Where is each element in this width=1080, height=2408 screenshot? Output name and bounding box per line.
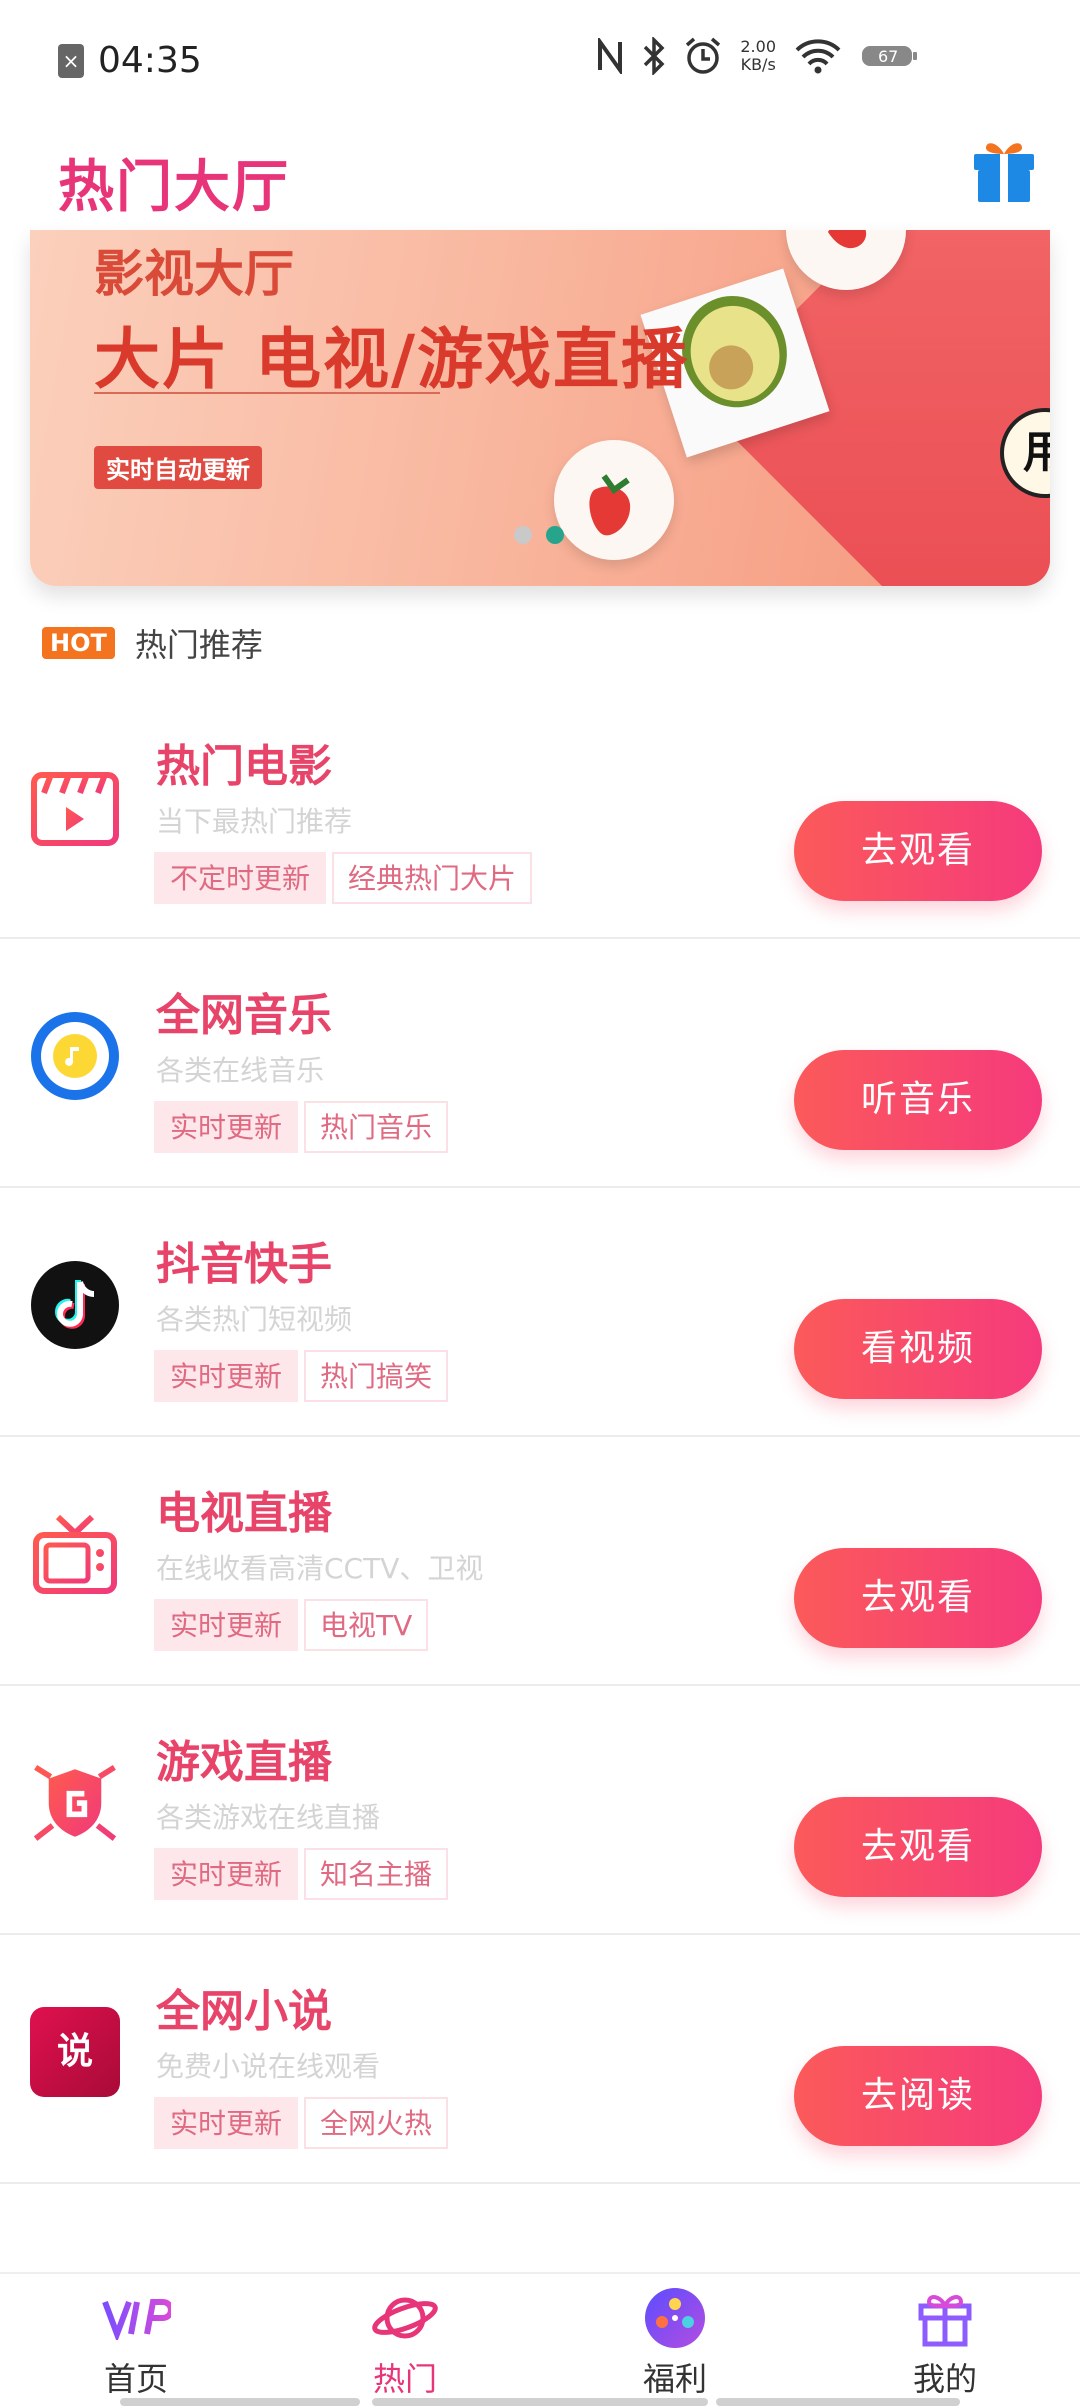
network-speed-value: 2.00 (740, 37, 776, 56)
banner-subtitle: 影视大厅 (94, 245, 294, 303)
item-tag: 实时更新 (154, 2097, 299, 2149)
nav-label-hot: 热门 (372, 2360, 437, 2398)
list-item[interactable]: 抖音快手 各类热门短视频 实时更新 热门搞笑 看视频 (0, 1188, 1080, 1437)
gift-icon (910, 2286, 980, 2350)
watch-button[interactable]: 去观看 (794, 1548, 1042, 1648)
movie-clapper-icon (30, 762, 120, 852)
network-speed-unit: KB/s (740, 55, 776, 74)
list-item[interactable]: 游戏直播 各类游戏在线直播 实时更新 知名主播 去观看 (0, 1686, 1080, 1935)
music-disc-icon (30, 1011, 120, 1101)
item-tags: 实时更新 全网火热 (154, 2097, 449, 2149)
network-speed: 2.00 KB/s (740, 38, 776, 74)
alarm-icon (684, 36, 722, 76)
item-desc: 在线收看高清CCTV、卫视 (156, 1552, 484, 1585)
gift-icon (974, 143, 1034, 202)
novel-icon-text: 说 (56, 2031, 93, 2072)
item-desc: 当下最热门推荐 (156, 805, 353, 838)
app-header: 热门大厅 (0, 120, 1080, 230)
nfc-icon (596, 36, 624, 76)
item-desc: 各类热门短视频 (156, 1303, 353, 1336)
strawberry-plate-top (786, 230, 906, 290)
list-item[interactable]: 热门电影 当下最热门推荐 不定时更新 经典热门大片 去观看 (0, 690, 1080, 939)
nav-label-welfare: 福利 (642, 2360, 707, 2398)
strawberry-plate-bottom (554, 440, 674, 560)
listen-music-button[interactable]: 听音乐 (794, 1050, 1042, 1150)
item-tag: 经典热门大片 (332, 852, 533, 904)
banner-dot-1[interactable] (514, 526, 532, 544)
item-tag: 全网火热 (304, 2097, 449, 2149)
tiktok-icon (30, 1260, 120, 1350)
banner-headline: 大片 电视/游戏直播 (94, 321, 690, 398)
vip-icon (101, 2286, 171, 2350)
status-bar: × 04:35 2.00 KB/s 67 (0, 0, 1080, 120)
wifi-icon (794, 36, 842, 76)
battery-icon: 67 (860, 36, 920, 76)
item-tags: 实时更新 热门搞笑 (154, 1350, 449, 1402)
item-tags: 不定时更新 经典热门大片 (154, 852, 533, 904)
hot-badge: HOT (42, 627, 115, 659)
status-time: 04:35 (98, 40, 202, 81)
item-tags: 实时更新 电视TV (154, 1599, 429, 1651)
nav-home[interactable]: 首页 (66, 2286, 206, 2406)
section-title: 热门推荐 (134, 626, 263, 664)
nav-welfare[interactable]: 福利 (605, 2286, 745, 2406)
list-item[interactable]: 电视直播 在线收看高清CCTV、卫视 实时更新 电视TV 去观看 (0, 1437, 1080, 1686)
nav-hot[interactable]: 热门 (335, 2286, 475, 2406)
item-title: 抖音快手 (156, 1239, 332, 1290)
nav-mine[interactable]: 我的 (875, 2286, 1015, 2406)
tv-icon (30, 1509, 120, 1599)
list-item[interactable]: 全网音乐 各类在线音乐 实时更新 热门音乐 听音乐 (0, 939, 1080, 1188)
banner-divider (94, 392, 440, 394)
stamp-text: 用 (1023, 427, 1050, 478)
item-tag: 实时更新 (154, 1101, 299, 1153)
battery-level: 67 (878, 46, 899, 66)
item-tag: 电视TV (304, 1599, 429, 1651)
gesture-bar-1 (120, 2398, 360, 2406)
game-shield-icon (30, 1758, 120, 1848)
item-tag: 热门搞笑 (304, 1350, 449, 1402)
item-title: 全网音乐 (156, 990, 332, 1041)
item-title: 全网小说 (156, 1986, 332, 2037)
section-header: HOT 热门推荐 (42, 620, 263, 666)
list-item[interactable]: 说 全网小说 免费小说在线观看 实时更新 全网火热 去阅读 (0, 1935, 1080, 2184)
item-tag: 不定时更新 (154, 852, 327, 904)
item-desc: 免费小说在线观看 (156, 2050, 381, 2083)
item-tag: 热门音乐 (304, 1101, 449, 1153)
promo-banner[interactable]: 用 影视大厅 大片 电视/游戏直播 实时自动更新 (30, 230, 1050, 586)
gesture-bar-3 (716, 2398, 960, 2406)
gift-button[interactable] (968, 134, 1040, 206)
item-tag: 实时更新 (154, 1599, 299, 1651)
nav-label-mine: 我的 (912, 2360, 977, 2398)
banner-badge: 实时自动更新 (94, 446, 262, 489)
page-title: 热门大厅 (58, 155, 290, 220)
banner-pagination (514, 526, 564, 544)
item-tags: 实时更新 热门音乐 (154, 1101, 449, 1153)
bottom-nav: 首页 热门 福利 我的 (0, 2272, 1080, 2408)
recommend-list: 热门电影 当下最热门推荐 不定时更新 经典热门大片 去观看 全网音乐 各类在线音… (0, 690, 1080, 2184)
film-reel-icon (640, 2286, 710, 2350)
item-tags: 实时更新 知名主播 (154, 1848, 449, 1900)
notification-x-icon: × (58, 43, 84, 78)
bluetooth-icon (642, 36, 666, 76)
planet-icon (370, 2286, 440, 2350)
watch-video-button[interactable]: 看视频 (794, 1299, 1042, 1399)
read-button[interactable]: 去阅读 (794, 2046, 1042, 2146)
nav-label-home: 首页 (103, 2360, 168, 2398)
item-desc: 各类游戏在线直播 (156, 1801, 381, 1834)
item-title: 游戏直播 (156, 1737, 332, 1788)
watch-button[interactable]: 去观看 (794, 801, 1042, 901)
item-tag: 实时更新 (154, 1350, 299, 1402)
banner-dot-2[interactable] (546, 526, 564, 544)
item-title: 电视直播 (156, 1488, 332, 1539)
item-desc: 各类在线音乐 (156, 1054, 325, 1087)
item-tag: 实时更新 (154, 1848, 299, 1900)
gesture-bar-2 (372, 2398, 708, 2406)
novel-icon: 说 (30, 2007, 120, 2097)
watch-button[interactable]: 去观看 (794, 1797, 1042, 1897)
item-tag: 知名主播 (304, 1848, 449, 1900)
item-title: 热门电影 (156, 741, 332, 792)
